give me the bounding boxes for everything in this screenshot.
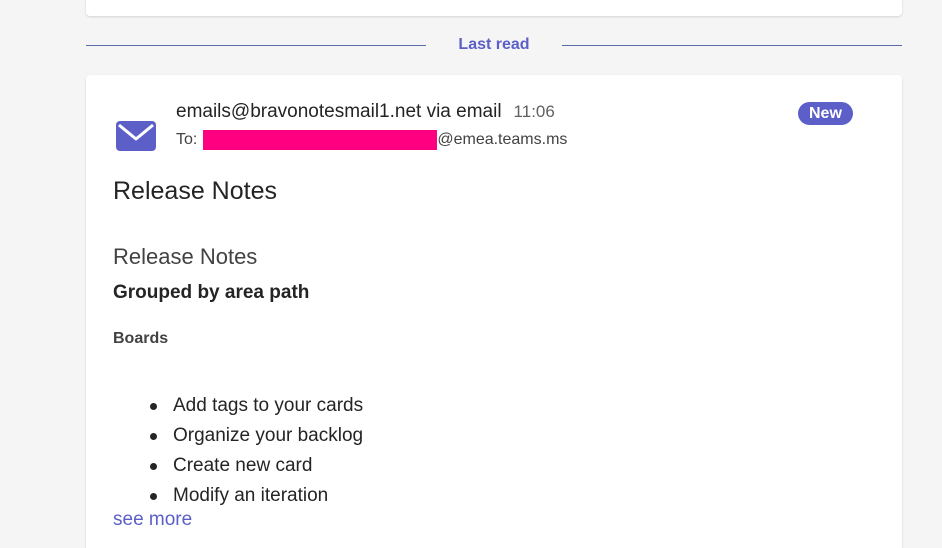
section-heading-boards: Boards — [113, 330, 169, 347]
bullet-icon — [150, 433, 157, 440]
list-item-text: Add tags to your cards — [173, 395, 364, 416]
body-heading: Release Notes — [113, 244, 258, 269]
list-item: Organize your backlog — [150, 421, 363, 451]
previous-message-card[interactable] — [86, 0, 902, 16]
sender-line: emails@bravonotesmail1.net via email 11:0… — [176, 101, 555, 123]
last-read-label: Last read — [458, 36, 530, 53]
list-item-text: Create new card — [173, 455, 313, 476]
grouped-heading: Grouped by area path — [113, 282, 310, 303]
recipient-line: To: @emea.teams.ms — [176, 130, 567, 150]
redacted-recipient — [203, 130, 438, 150]
see-more-link[interactable]: see more — [113, 509, 192, 531]
list-item-text: Organize your backlog — [173, 425, 364, 446]
recipient-domain: @emea.teams.ms — [437, 131, 568, 148]
last-read-divider: Last read — [86, 34, 902, 56]
divider-line-left — [86, 45, 426, 46]
message-subject: Release Notes — [113, 177, 277, 205]
bullet-icon — [150, 493, 157, 500]
list-item: Add tags to your cards — [150, 391, 363, 421]
chat-page: Last read emails@bravonotesmail1.net via… — [0, 0, 942, 548]
divider-line-right — [562, 45, 902, 46]
list-item-text: Modify an iteration — [173, 485, 329, 506]
email-message-card[interactable]: emails@bravonotesmail1.net via email 11:0… — [86, 75, 902, 548]
new-badge: New — [798, 102, 853, 125]
bullet-icon — [150, 403, 157, 410]
message-timestamp: 11:06 — [513, 102, 555, 121]
bullet-icon — [150, 463, 157, 470]
list-item: Create new card — [150, 451, 363, 481]
release-items-list: Add tags to your cards Organize your bac… — [150, 391, 363, 509]
to-label: To: — [176, 131, 198, 148]
list-item: Modify an iteration — [150, 481, 363, 509]
sender-address: emails@bravonotesmail1.net via email — [176, 101, 502, 122]
mail-icon — [116, 121, 156, 151]
